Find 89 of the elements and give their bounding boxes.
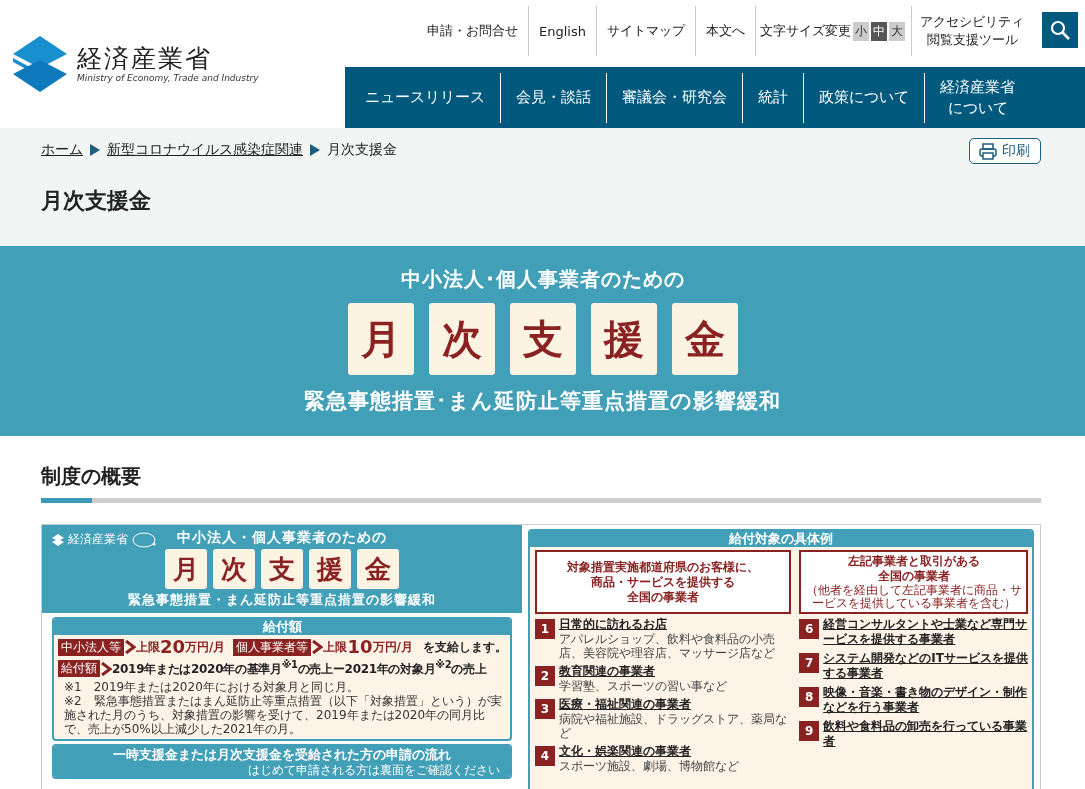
font-size-option[interactable]: 大 — [889, 21, 905, 41]
accessibility-link[interactable]: アクセシビリティ 閲覧支援ツール — [912, 6, 1032, 56]
example-title[interactable]: 文化・娯楽関連の事業者 — [559, 744, 739, 759]
example-title[interactable]: システム開発などのITサービスを提供する事業者 — [823, 651, 1028, 681]
chevron-icon — [124, 640, 136, 654]
chevron-icon — [100, 661, 112, 676]
logo-subtitle: Ministry of Economy, Trade and Industry — [77, 72, 259, 83]
number-badge: 6 — [799, 619, 820, 639]
section-title: 制度の概要 — [41, 463, 142, 490]
font-size-label: 文字サイズ変更 — [760, 22, 851, 40]
number-badge: 4 — [535, 746, 555, 766]
utility-link[interactable]: 本文へ — [696, 6, 756, 56]
agency-logo-icon — [132, 531, 157, 548]
breadcrumb-link[interactable]: 新型コロナウイルス感染症関連 — [107, 141, 303, 159]
utility-link[interactable]: 申請・お問合せ — [417, 6, 530, 56]
panel-heading: 給付額 — [54, 619, 510, 635]
panel-heading: 一時支援金または月次支援金を受給された方の申請の流れ — [54, 746, 510, 763]
cap-label: 上限 — [136, 638, 160, 656]
print-button[interactable]: 印刷 — [969, 138, 1041, 164]
search-button[interactable] — [1042, 12, 1078, 48]
example-description: スポーツ施設、劇場、博物館など — [559, 759, 739, 773]
title-tile: 次 — [213, 549, 255, 589]
number-badge: 1 — [535, 619, 555, 639]
example-title[interactable]: 日常的に訪れるお店 — [559, 617, 792, 632]
logo-title: 経済産業省 — [77, 45, 213, 73]
number-badge: 3 — [535, 699, 555, 719]
nav-link[interactable]: 経済産業省 について — [924, 72, 1030, 123]
title-tile: 次 — [428, 303, 495, 375]
cap-unit: 万円/月 — [372, 638, 413, 656]
footnote: ※2 緊急事態措置またはまん延防止等重点措置（以下「対象措置」という）が実施された月のうち、対象措置の影響を受けて、2019年または2020年の同月比で、売上が50%以上減少した2021年の月。 — [64, 694, 503, 736]
example-title[interactable]: 映像・音楽・書き物のデザイン・制作などを行う事業者 — [823, 685, 1028, 715]
formula-text: 2019年または2020年の基準月$^{※1}$の売上ー2021年の対象月$^{※2}$の売上 — [112, 659, 487, 678]
nav-link[interactable]: 審議会・研究会 — [606, 72, 742, 123]
footnote: ※1 2019年または2020年における対象月と同じ月。 — [64, 680, 360, 694]
banner-tagline: 緊急事態措置･まん延防止等重点措置の影響緩和 — [304, 388, 781, 415]
example-description: 病院や福祉施設、ドラッグストア、薬局など — [559, 712, 788, 740]
title-tile: 支 — [509, 303, 576, 375]
breadcrumb-arrow-icon — [310, 144, 320, 156]
ministry-logo-icon — [52, 533, 64, 546]
title-tile: 月 — [347, 303, 414, 375]
panel-heading: 給付対象の具体例 — [530, 531, 1032, 547]
flyer-subtitle: 中小法人・個人事業者のための — [177, 528, 387, 546]
example-title[interactable]: 飲料や食料品の卸売を行っている事業者 — [823, 719, 1028, 749]
title-tile: 月 — [165, 549, 207, 589]
number-badge: 8 — [799, 687, 820, 707]
number-badge: 7 — [799, 653, 820, 673]
ministry-logo-icon — [13, 36, 67, 92]
chevron-icon — [311, 640, 324, 654]
title-tile: 援 — [309, 549, 351, 589]
nav-link[interactable]: 会見・談話 — [500, 72, 606, 123]
group-heading: 対象措置実施都道府県のお客様に、 商品・サービスを提供する 全国の事業者 — [535, 550, 792, 614]
amount-tag: 中小法人等 — [58, 638, 124, 656]
banner-subtitle: 中小法人･個人事業者のための — [400, 266, 685, 293]
breadcrumb-link[interactable]: ホーム — [41, 141, 83, 159]
cap-unit: 万円/月 — [185, 638, 226, 656]
cap-suffix: を支給します。 — [422, 638, 507, 656]
example-description: 学習塾、スポーツの習い事など — [559, 679, 727, 693]
cap-label: 上限 — [323, 638, 348, 656]
flyer-tagline: 緊急事態措置・まん延防止等重点措置の影響緩和 — [128, 592, 436, 608]
example-title[interactable]: 教育関連の事業者 — [559, 664, 727, 679]
group-heading: 左記事業者と取引がある 全国の事業者 （他者を経由して左記事業者に商品・サービスを提供している事業者を含む） — [799, 550, 1028, 614]
number-badge: 2 — [535, 666, 555, 686]
cap-amount: 20 — [160, 638, 186, 656]
group-note: （他者を経由して左記事業者に商品・サービスを提供している事業者を含む） — [804, 584, 1023, 610]
flow-note: はじめて申請される方は裏面をご確認ください — [54, 763, 510, 777]
amount-tag: 給付額 — [58, 660, 100, 677]
example-title[interactable]: 医療・福祉関連の事業者 — [559, 697, 792, 712]
page-title: 月次支援金 — [41, 187, 152, 215]
number-badge: 9 — [799, 721, 820, 741]
font-size-option[interactable]: 中 — [871, 21, 887, 41]
font-size-option[interactable]: 小 — [853, 21, 869, 41]
search-icon — [1050, 20, 1070, 40]
utility-link[interactable]: サイトマップ — [597, 6, 696, 56]
title-tile: 金 — [357, 549, 399, 589]
amount-tag: 個人事業者等 — [233, 638, 312, 656]
breadcrumb-current: 月次支援金 — [327, 141, 397, 159]
title-tile: 支 — [261, 549, 303, 589]
ministry-name: 経済産業省 — [68, 531, 128, 548]
example-description: アパレルショップ、飲料や食料品の小売店、美容院や理容店、マッサージ店など — [559, 632, 776, 660]
utility-link[interactable]: English — [529, 6, 597, 56]
breadcrumb-arrow-icon — [90, 144, 100, 156]
nav-link[interactable]: 統計 — [742, 72, 803, 123]
title-tile: 金 — [671, 303, 738, 375]
title-tile: 援 — [590, 303, 657, 375]
nav-link[interactable]: ニュースリリース — [345, 72, 500, 123]
cap-amount: 10 — [347, 638, 373, 656]
nav-link[interactable]: 政策について — [803, 72, 924, 123]
printer-icon — [979, 142, 997, 160]
example-title[interactable]: 経営コンサルタントや士業など専門サービスを提供する事業者 — [823, 617, 1028, 647]
